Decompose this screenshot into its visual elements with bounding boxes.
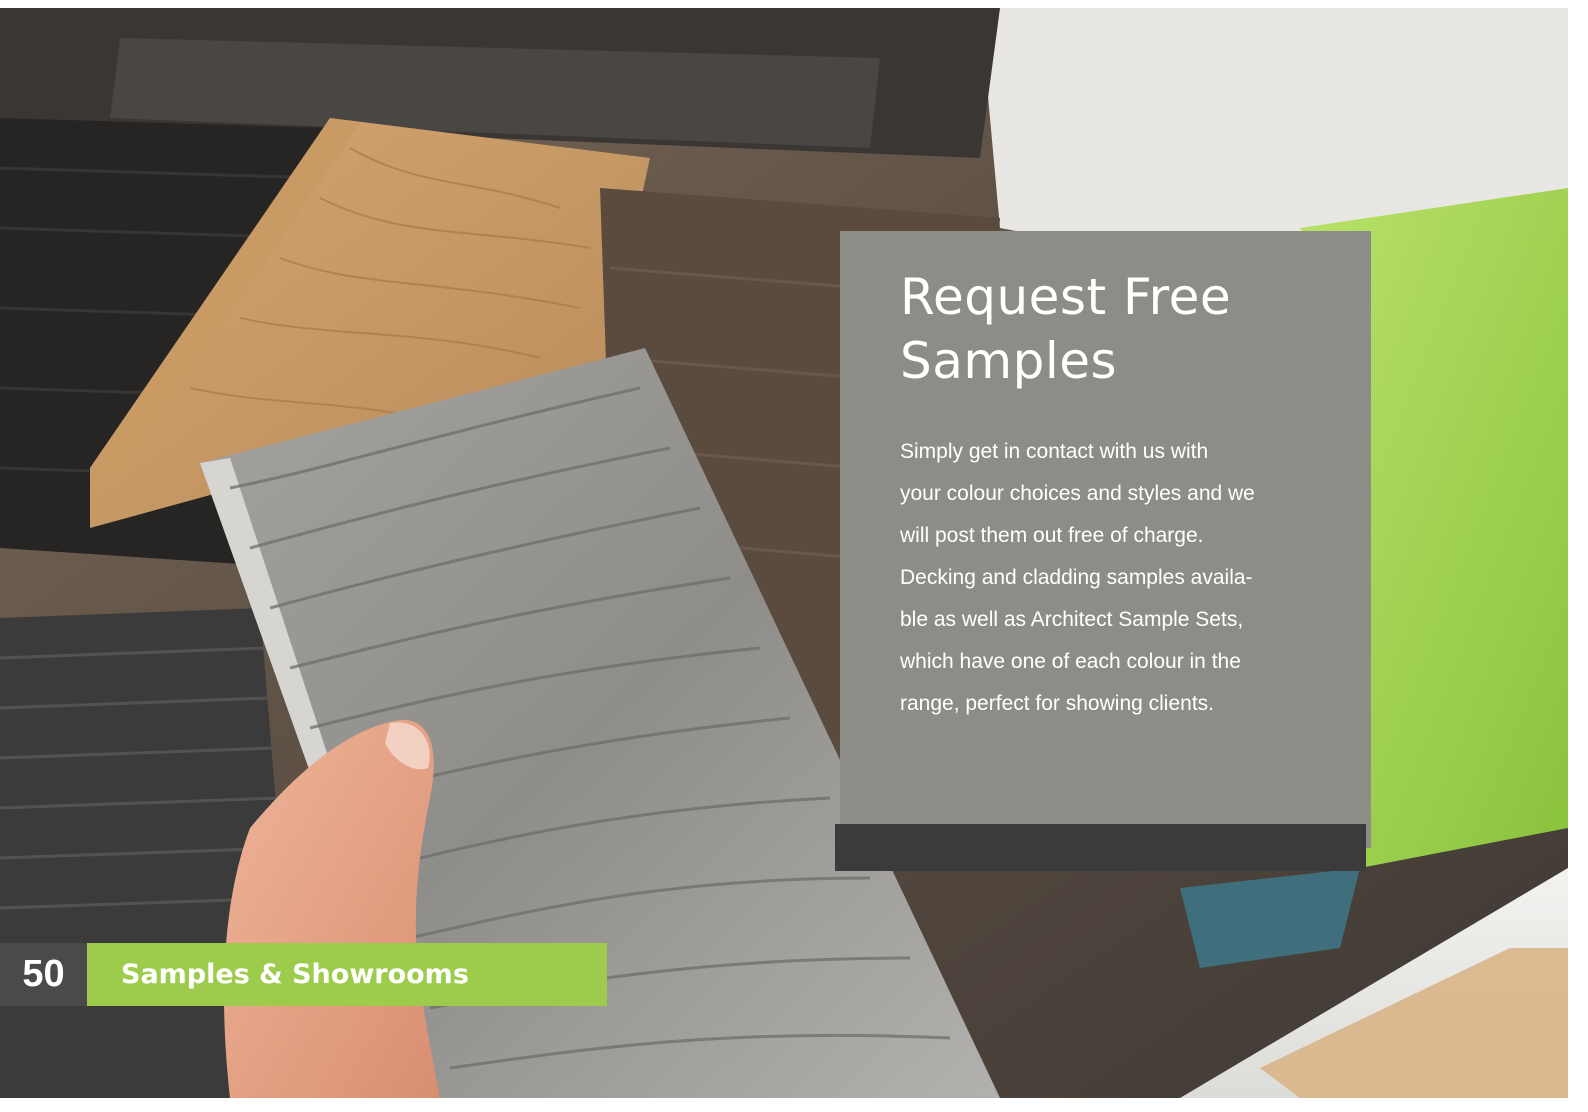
section-label: Samples & Showrooms (121, 959, 469, 990)
brochure-page: Request Free Samples Simply get in conta… (0, 0, 1588, 1112)
page-number: 50 (22, 953, 65, 995)
info-panel: Request Free Samples Simply get in conta… (840, 231, 1371, 848)
page-number-box: 50 (0, 943, 87, 1006)
panel-shadow-bar (835, 824, 1366, 871)
panel-title: Request Free Samples (900, 268, 1232, 390)
section-tab: Samples & Showrooms (87, 943, 607, 1006)
panel-body-text: Simply get in contact with us with your … (900, 440, 1255, 715)
